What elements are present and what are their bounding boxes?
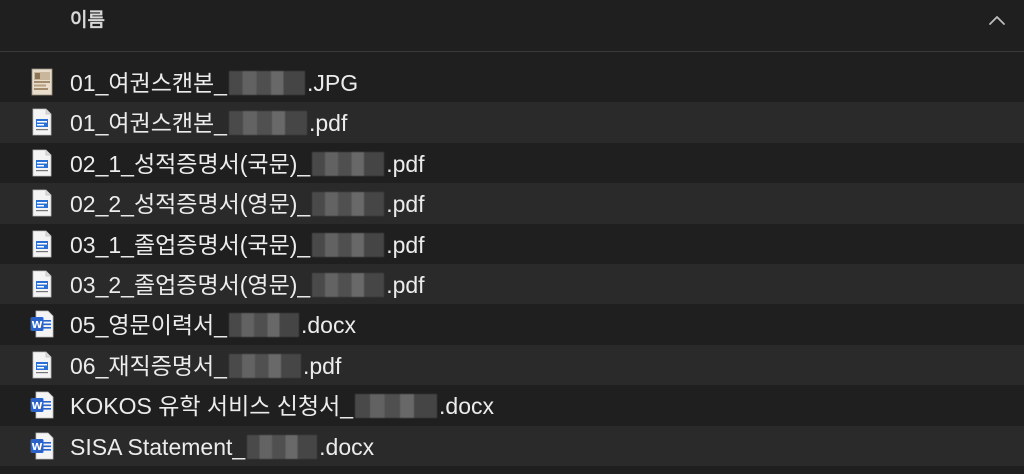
redacted-text xyxy=(312,232,385,257)
file-row[interactable]: W KOKOS 유학 서비스 신청서_ .docx xyxy=(0,385,1024,426)
svg-text:W: W xyxy=(31,401,42,412)
file-row[interactable]: 03_1_졸업증명서(국문)_ .pdf xyxy=(0,223,1024,264)
redacted-text xyxy=(312,151,385,176)
pdf-file-icon xyxy=(30,108,54,136)
name-column-label[interactable]: 이름 xyxy=(70,9,105,33)
svg-text:W: W xyxy=(31,320,42,331)
pdf-file-icon xyxy=(30,230,54,258)
redacted-text xyxy=(312,192,385,217)
file-extension: .docx xyxy=(439,393,495,420)
file-name: 05_영문이력서_ .docx xyxy=(70,311,356,339)
file-name-prefix: 01_여권스캔본_ xyxy=(70,110,227,137)
redacted-text xyxy=(228,71,305,95)
file-name-prefix: SISA Statement_ xyxy=(70,433,246,460)
redacted-text xyxy=(228,353,301,378)
file-name: 01_여권스캔본_ .JPG xyxy=(70,69,358,97)
file-name: 03_2_졸업증명서(영문)_ .pdf xyxy=(70,271,425,299)
list-top-padding xyxy=(0,52,1024,62)
pdf-file-icon xyxy=(30,351,54,379)
file-name-prefix: 03_1_졸업증명서(국문)_ xyxy=(70,231,311,258)
file-row[interactable]: 02_1_성적증명서(국문)_ .pdf xyxy=(0,142,1024,184)
file-name: 02_1_성적증명서(국문)_ .pdf xyxy=(70,150,425,178)
redacted-text xyxy=(228,111,307,136)
file-name: 06_재직증명서_ .pdf xyxy=(70,352,341,380)
chevron-up-icon[interactable] xyxy=(987,11,1007,31)
file-extension: .pdf xyxy=(386,231,425,258)
file-row[interactable]: W 05_영문이력서_ .docx xyxy=(0,304,1024,345)
file-name-prefix: 02_1_성적증명서(국문)_ xyxy=(70,150,311,177)
word-file-icon: W xyxy=(30,432,54,460)
pdf-file-icon xyxy=(30,149,54,177)
file-extension: .pdf xyxy=(302,352,342,379)
file-name-prefix: 06_재직증명서_ xyxy=(70,352,227,379)
file-name: 01_여권스캔본_ .pdf xyxy=(70,109,347,137)
pdf-file-icon xyxy=(30,270,54,298)
redacted-text xyxy=(247,434,318,459)
file-extension: .docx xyxy=(319,433,375,460)
file-row[interactable]: W SISA Statement_ .docx xyxy=(0,425,1024,466)
file-extension: .pdf xyxy=(386,271,425,298)
file-row[interactable]: 02_2_성적증명서(영문)_ .pdf xyxy=(0,183,1024,224)
redacted-text xyxy=(355,394,438,419)
file-name: 03_1_졸업증명서(국문)_ .pdf xyxy=(70,231,425,259)
file-row[interactable]: 01_여권스캔본_ .JPG xyxy=(0,62,1024,103)
file-extension: .pdf xyxy=(386,150,425,177)
file-name-prefix: KOKOS 유학 서비스 신청서_ xyxy=(70,393,354,420)
word-file-icon: W xyxy=(30,310,54,338)
file-row[interactable]: 01_여권스캔본_ .pdf xyxy=(0,102,1024,143)
file-extension: .pdf xyxy=(308,110,348,137)
image-file-icon xyxy=(30,68,54,96)
redacted-text xyxy=(228,313,299,338)
file-name: SISA Statement_ .docx xyxy=(70,433,374,461)
file-name-prefix: 02_2_성적증명서(영문)_ xyxy=(70,191,311,218)
file-row[interactable]: 06_재직증명서_ .pdf xyxy=(0,344,1024,386)
file-name-prefix: 05_영문이력서_ xyxy=(70,312,227,339)
file-name-prefix: 01_여권스캔본_ xyxy=(70,70,227,96)
file-extension: .JPG xyxy=(306,70,359,96)
file-name: KOKOS 유학 서비스 신청서_ .docx xyxy=(70,392,494,420)
file-extension: .pdf xyxy=(386,191,425,218)
file-list: 01_여권스캔본_ .JPG 01_여권스캔본_ .pdf 02_1_성적증명서(국문)… xyxy=(0,62,1024,466)
file-name: 02_2_성적증명서(영문)_ .pdf xyxy=(70,190,425,218)
word-file-icon: W xyxy=(30,391,54,419)
svg-text:W: W xyxy=(31,442,42,453)
redacted-text xyxy=(312,272,385,297)
pdf-file-icon xyxy=(30,189,54,217)
column-header[interactable]: 이름 xyxy=(0,0,1024,52)
file-extension: .docx xyxy=(300,312,356,339)
file-name-prefix: 03_2_졸업증명서(영문)_ xyxy=(70,271,311,298)
file-row[interactable]: 03_2_졸업증명서(영문)_ .pdf xyxy=(0,263,1024,305)
